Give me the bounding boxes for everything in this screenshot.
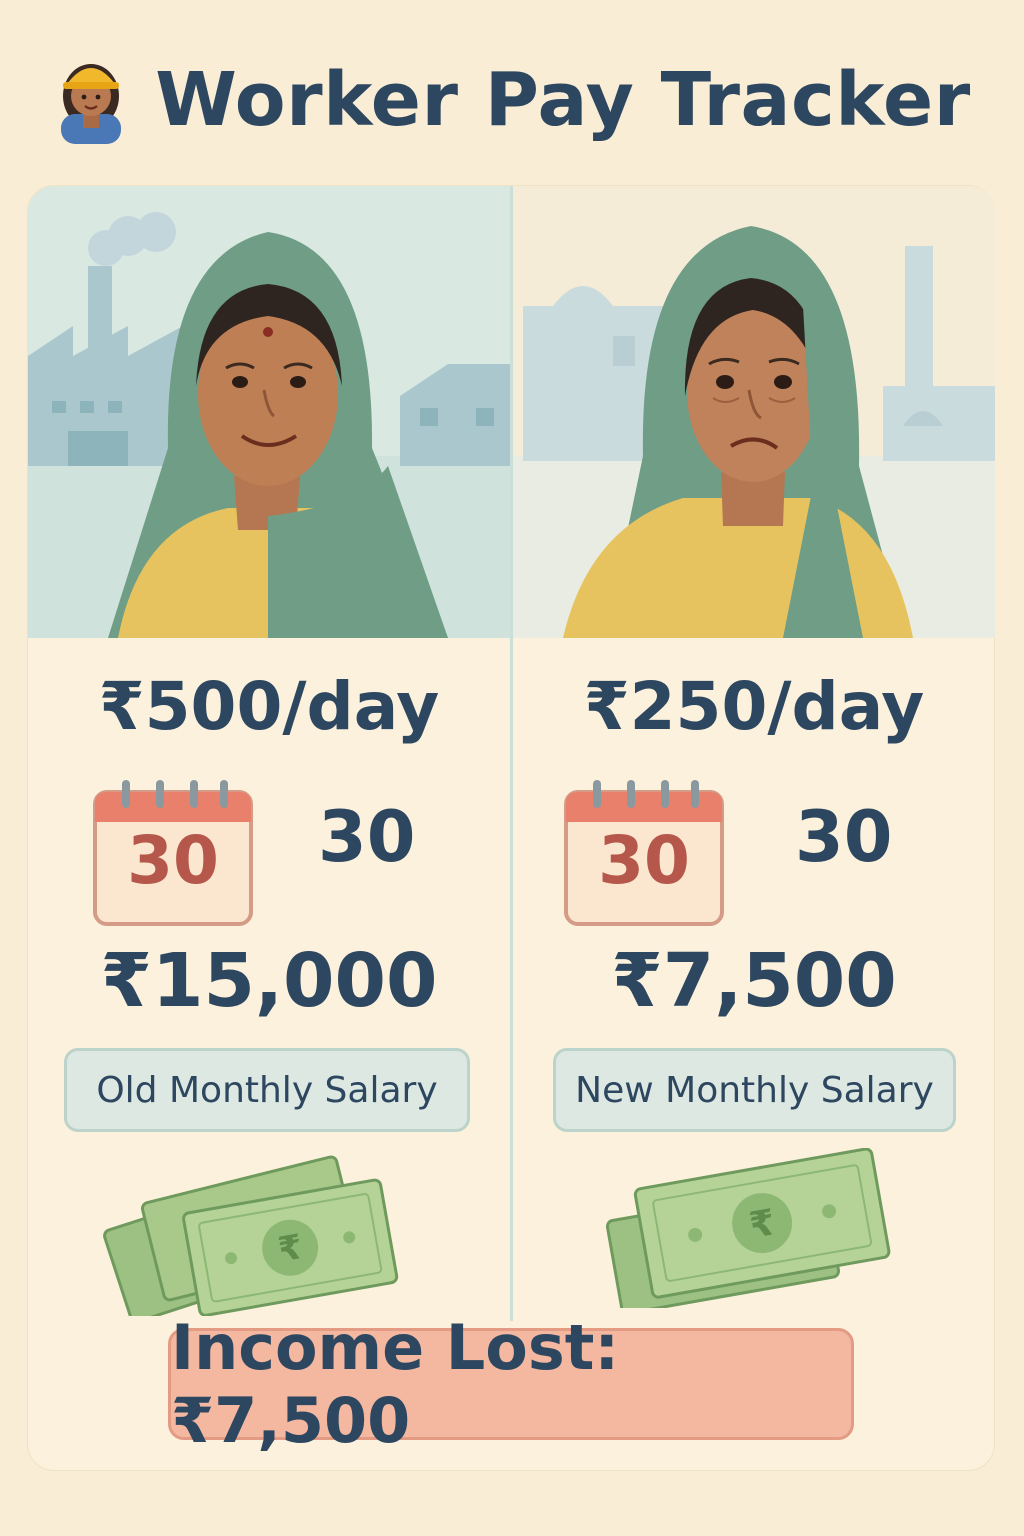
page-title: Worker Pay Tracker <box>155 57 971 143</box>
calendar-number: 30 <box>127 822 219 899</box>
calendar-icon: 30 <box>92 776 254 928</box>
new-salary-label: New Monthly Salary <box>553 1048 956 1132</box>
old-days-worked: 30 <box>318 796 416 878</box>
worker-icon <box>61 64 122 144</box>
old-salary-label: Old Monthly Salary <box>64 1048 470 1132</box>
old-salary-panel: ₹500/day 30 30 ₹15,000 Old Monthly Salar… <box>28 186 512 1326</box>
worried-worker-illustration <box>513 186 995 638</box>
happy-worker-illustration <box>28 186 510 638</box>
old-daily-rate: ₹500/day <box>98 668 440 745</box>
new-days-worked: 30 <box>795 796 893 878</box>
money-icon: ₹ <box>103 1155 399 1316</box>
old-monthly-total: ₹15,000 <box>100 938 438 1024</box>
money-icon: ₹ <box>605 1148 891 1308</box>
new-salary-panel: ₹250/day 30 30 ₹7,500 New Monthly Salary… <box>513 186 997 1326</box>
header: Worker Pay Tracker <box>0 40 1024 160</box>
calendar-icon: 30 <box>563 776 725 928</box>
calendar-number: 30 <box>598 822 690 899</box>
new-daily-rate: ₹250/day <box>583 668 925 745</box>
income-lost-banner: Income Lost: ₹7,500 <box>168 1311 854 1457</box>
new-monthly-total: ₹7,500 <box>611 938 897 1024</box>
